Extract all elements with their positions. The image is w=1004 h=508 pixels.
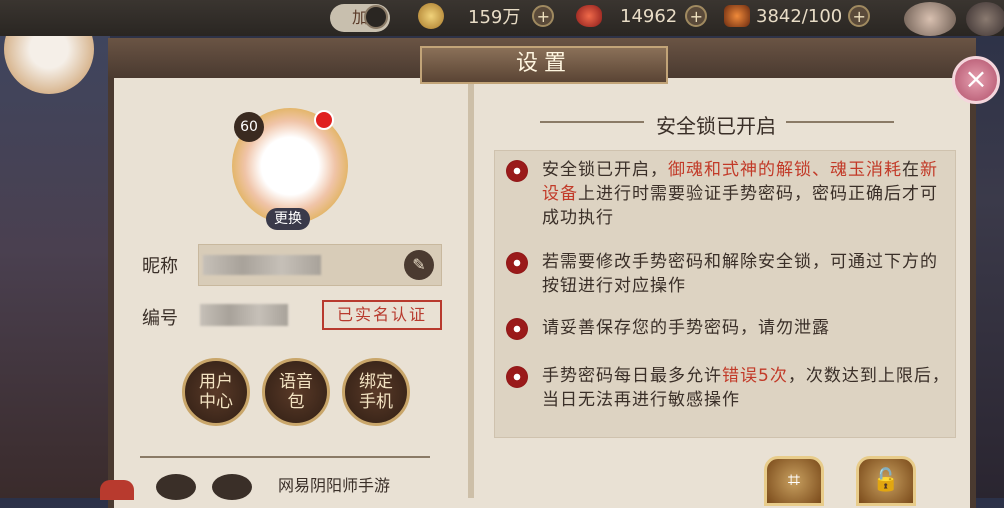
pencil-icon[interactable]: ✎ [404,250,434,280]
change-avatar-button[interactable]: 更换 [266,208,310,230]
security-item: 手势密码每日最多允许错误5次，次数达到上限后，当日无法再进行敏感操作 [506,364,950,412]
coin-icon [418,3,444,29]
fish-icon [576,5,602,27]
nickname-label: 昵称 [142,256,178,277]
weibo-icon[interactable] [212,474,252,500]
nickname-redacted [203,255,321,275]
item-text: 在 [902,160,920,180]
item-text: 请妥善保存您的手势密码，请勿泄露 [542,318,830,338]
menu-icon-partial[interactable] [966,2,1004,36]
coin-resource: 159万 + [418,3,555,29]
gesture-password-button[interactable]: ⌗ [764,456,824,506]
profile-avatar[interactable]: 60 更换 [222,102,362,230]
coin-value: 159万 [468,7,521,28]
title-line-right [786,121,894,123]
close-button[interactable]: × [952,56,1000,104]
footer-divider [140,456,430,458]
stamina-value: 3842/100 [756,5,843,27]
background-character-area: 60 [0,0,110,498]
panel-divider [468,84,474,498]
add-stamina-button[interactable]: + [848,5,871,27]
flower-icon[interactable] [904,2,956,36]
item-highlight: 御魂和式神的解锁、魂玉消耗 [668,160,902,180]
tomoe-icon [506,160,528,182]
stamina-resource: 3842/100 + [724,3,871,29]
security-item: 请妥善保存您的手势密码，请勿泄露 [506,316,950,340]
item-text: 手势密码每日最多允许 [542,366,722,386]
security-item: 若需要修改手势密码和解除安全锁，可通过下方的按钮进行对应操作 [506,250,950,298]
item-highlight: 错误5次 [722,366,788,386]
add-coin-button[interactable]: + [532,5,555,27]
item-text: 安全锁已开启， [542,160,668,180]
unlock-button[interactable]: 🔓 [856,456,916,506]
dialog-title: 设置 [420,46,668,84]
verified-badge: 已实名认证 [322,300,442,330]
notification-dot [314,110,334,130]
add-fish-button[interactable]: + [685,5,708,27]
red-icon-partial[interactable] [100,480,134,500]
user-center-button[interactable]: 用户中心 [182,358,250,426]
security-item: 安全锁已开启，御魂和式神的解锁、魂玉消耗在新设备上进行时需要验证手势密码，密码正… [506,158,950,230]
security-title: 安全锁已开启 [656,114,776,138]
tomoe-icon [506,366,528,388]
resource-bar: 加 159万 + 14962 + 3842/100 + [0,0,1004,36]
stamina-icon [724,5,750,27]
voice-pack-button[interactable]: 语音包 [262,358,330,426]
id-redacted [200,304,288,326]
item-text: 若需要修改手势密码和解除安全锁，可通过下方的按钮进行对应操作 [542,252,938,296]
swirl-icon [364,5,388,29]
title-line-left [540,121,644,123]
fish-resource: 14962 + [576,3,708,29]
bind-phone-button[interactable]: 绑定手机 [342,358,410,426]
avatar-level: 60 [234,112,264,142]
tomoe-icon [506,252,528,274]
footer-text: 网易阴阳师手游 [278,476,391,495]
fish-value: 14962 [620,5,678,27]
wechat-icon[interactable] [156,474,196,500]
item-text: 上进行时需要验证手势密码，密码正确后才可成功执行 [542,184,938,228]
tomoe-icon [506,318,528,340]
id-label: 编号 [142,308,178,329]
